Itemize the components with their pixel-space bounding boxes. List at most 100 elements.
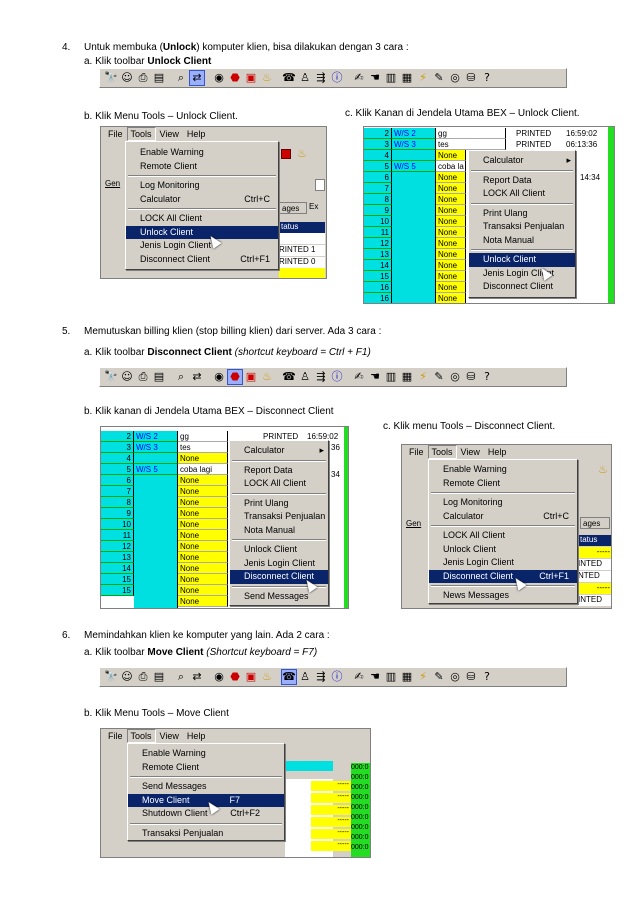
transfer-icon[interactable]: ⇶ xyxy=(314,670,328,684)
help-icon[interactable]: ? xyxy=(480,71,494,85)
stop-icon[interactable]: ⬣ xyxy=(228,71,242,85)
smiley-icon[interactable]: ☺ xyxy=(120,370,134,384)
swap-icon[interactable]: ⇄ xyxy=(190,370,204,384)
binoculars-icon[interactable]: 🔭 xyxy=(104,670,118,684)
save-icon[interactable]: ▤ xyxy=(152,370,166,384)
pencil-icon[interactable]: ✎ xyxy=(432,670,446,684)
phone-icon[interactable]: ☎ xyxy=(282,71,296,85)
pencil-icon[interactable]: ✎ xyxy=(432,71,446,85)
tab-ages[interactable]: ages xyxy=(580,517,610,529)
ctx-item-jenis-login[interactable]: Jenis Login Client xyxy=(469,267,575,281)
menu-item-jenis-login[interactable]: Jenis Login Client xyxy=(126,239,278,253)
save-icon[interactable]: ▤ xyxy=(152,670,166,684)
tab-gen[interactable]: Gen xyxy=(406,519,421,528)
menu-item-shutdown[interactable]: Shutdown Client Ctrl+F2 xyxy=(128,807,284,821)
ctx-item-report[interactable]: Report Data xyxy=(469,174,575,188)
pencil-icon[interactable]: ✎ xyxy=(432,370,446,384)
binoculars-icon[interactable]: 🔭 xyxy=(104,71,118,85)
move-client-icon[interactable]: ☎ xyxy=(281,669,297,685)
help-icon[interactable]: ? xyxy=(480,670,494,684)
menu-help[interactable]: Help xyxy=(484,445,511,459)
menu-help[interactable]: Help xyxy=(183,127,210,141)
cup-icon[interactable]: ♨ xyxy=(260,670,274,684)
people-icon[interactable]: ♙ xyxy=(298,370,312,384)
ctx-item-calculator[interactable]: Calculator ▸ xyxy=(469,154,575,168)
chart-icon[interactable]: ▥ xyxy=(384,370,398,384)
ctx-item-print[interactable]: Print Ulang xyxy=(230,497,328,511)
menu-item-disconnect[interactable]: Disconnect Client Ctrl+F1 xyxy=(429,569,577,583)
cd-icon[interactable]: ◎ xyxy=(448,370,462,384)
smiley-icon[interactable]: ☺ xyxy=(120,670,134,684)
menu-item-remote-client[interactable]: Remote Client xyxy=(126,160,278,174)
drawer-icon[interactable]: ▦ xyxy=(400,370,414,384)
drawer-icon[interactable]: ▦ xyxy=(400,670,414,684)
cup-icon[interactable]: ♨ xyxy=(260,71,274,85)
menu-view[interactable]: View xyxy=(156,729,183,743)
menu-tools[interactable]: Tools xyxy=(126,127,156,141)
menu-item-remote-client[interactable]: Remote Client xyxy=(128,761,284,775)
ctx-item-lock-all[interactable]: LOCK All Client xyxy=(230,477,328,491)
transfer-icon[interactable]: ⇶ xyxy=(314,370,328,384)
eye-icon[interactable]: ◉ xyxy=(212,71,226,85)
transfer-icon[interactable]: ⇶ xyxy=(314,71,328,85)
menu-view[interactable]: View xyxy=(156,127,183,141)
menu-item-enable-warning[interactable]: Enable Warning xyxy=(126,146,278,160)
ctx-item-unlock[interactable]: Unlock Client xyxy=(469,253,575,267)
menu-file[interactable]: File xyxy=(104,127,127,141)
unlock-client-icon[interactable]: ⇄ xyxy=(189,70,205,86)
menu-item-lock-all[interactable]: LOCK All Client xyxy=(126,212,278,226)
info-icon[interactable]: ⓘ xyxy=(330,370,344,384)
menu-item-remote-client[interactable]: Remote Client xyxy=(429,477,577,491)
smiley-icon[interactable]: ☺ xyxy=(120,71,134,85)
ctx-item-nota[interactable]: Nota Manual xyxy=(469,234,575,248)
menu-item-send-messages[interactable]: Send Messages xyxy=(128,780,284,794)
ctx-item-report[interactable]: Report Data xyxy=(230,464,328,478)
hand-icon[interactable]: ☚ xyxy=(368,71,382,85)
printer-icon[interactable]: ⎙ xyxy=(136,370,150,384)
ctx-item-print[interactable]: Print Ulang xyxy=(469,207,575,221)
pen-icon[interactable]: ✍ xyxy=(352,370,366,384)
save-icon[interactable]: ▤ xyxy=(152,71,166,85)
cd-icon[interactable]: ◎ xyxy=(448,71,462,85)
drawer-icon[interactable]: ▦ xyxy=(400,71,414,85)
menu-item-calculator[interactable]: Calculator Ctrl+C xyxy=(429,510,577,524)
binoculars-icon[interactable]: 🔭 xyxy=(104,370,118,384)
swap-icon[interactable]: ⇄ xyxy=(190,670,204,684)
pen-icon[interactable]: ✍ xyxy=(352,71,366,85)
tab-ages[interactable]: ages xyxy=(279,202,307,214)
ctx-item-transaksi[interactable]: Transaksi Penjualan xyxy=(230,510,328,524)
ctx-item-calculator[interactable]: Calculator ▸ xyxy=(230,444,328,458)
people-icon[interactable]: ♙ xyxy=(298,670,312,684)
menu-item-log-monitoring[interactable]: Log Monitoring xyxy=(126,179,278,193)
menu-item-unlock-client[interactable]: Unlock Client xyxy=(126,225,278,239)
menu-item-unlock-client[interactable]: Unlock Client xyxy=(429,543,577,557)
db-icon[interactable]: ⛁ xyxy=(464,71,478,85)
ctx-item-unlock[interactable]: Unlock Client xyxy=(230,543,328,557)
menu-item-jenis-login[interactable]: Jenis Login Client xyxy=(429,556,577,570)
menu-tools[interactable]: Tools xyxy=(126,729,156,743)
window-icon[interactable]: ▣ xyxy=(244,370,258,384)
ctx-item-disconnect[interactable]: Disconnect Client xyxy=(469,280,575,294)
hand-icon[interactable]: ☚ xyxy=(368,370,382,384)
phone-icon[interactable]: ☎ xyxy=(282,370,296,384)
chart-icon[interactable]: ▥ xyxy=(384,71,398,85)
menu-file[interactable]: File xyxy=(104,729,127,743)
menu-item-calculator[interactable]: Calculator Ctrl+C xyxy=(126,193,278,207)
db-icon[interactable]: ⛁ xyxy=(464,370,478,384)
menu-help[interactable]: Help xyxy=(183,729,210,743)
menu-item-news[interactable]: News Messages xyxy=(429,589,577,603)
lightning-icon[interactable]: ⚡ xyxy=(416,670,430,684)
db-icon[interactable]: ⛁ xyxy=(464,670,478,684)
window-icon[interactable]: ▣ xyxy=(244,71,258,85)
window-icon[interactable]: ▣ xyxy=(244,670,258,684)
search-icon[interactable]: ⌕ xyxy=(174,670,188,684)
stop-icon[interactable]: ⬣ xyxy=(228,670,242,684)
eye-icon[interactable]: ◉ xyxy=(212,370,226,384)
lightning-icon[interactable]: ⚡ xyxy=(416,71,430,85)
help-icon[interactable]: ? xyxy=(480,370,494,384)
pen-icon[interactable]: ✍ xyxy=(352,670,366,684)
menu-file[interactable]: File xyxy=(405,445,428,459)
menu-item-log-monitoring[interactable]: Log Monitoring xyxy=(429,496,577,510)
info-icon[interactable]: ⓘ xyxy=(330,71,344,85)
lightning-icon[interactable]: ⚡ xyxy=(416,370,430,384)
